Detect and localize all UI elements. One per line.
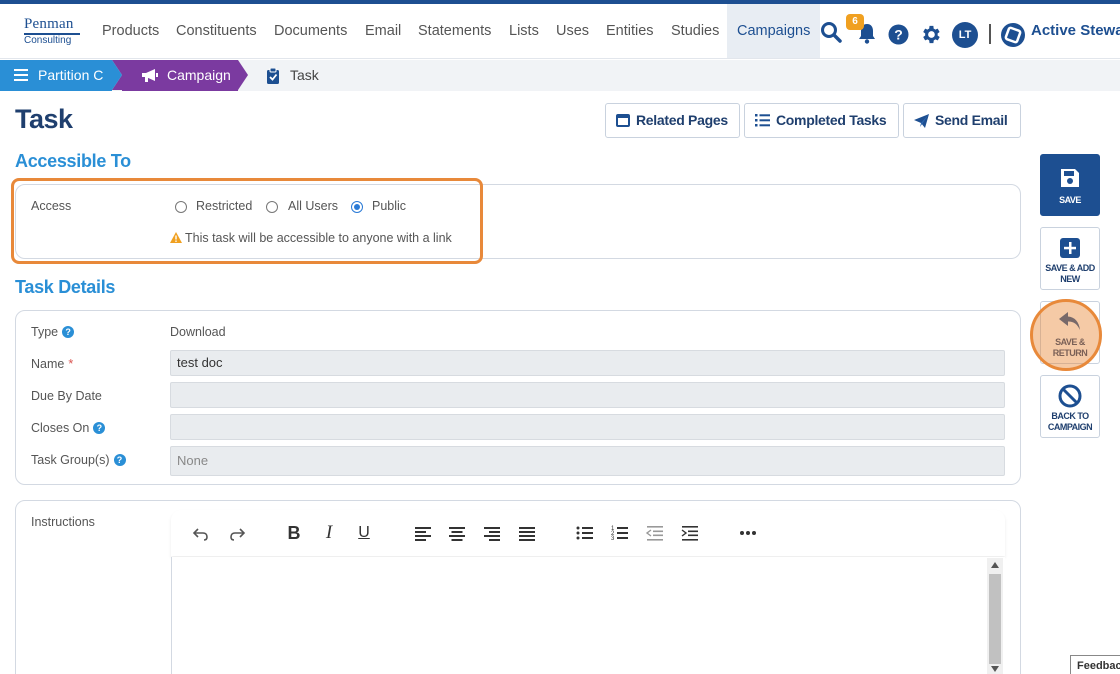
clipboard-check-icon (267, 68, 279, 84)
notification-badge: 6 (846, 14, 864, 30)
breadcrumb-campaign[interactable]: Campaign (122, 60, 238, 91)
instructions-editor[interactable] (171, 557, 1005, 674)
nav-item-entities[interactable]: Entities (606, 4, 654, 58)
top-navigation-bar: Penman Consulting Products Constituents … (0, 4, 1120, 59)
nav-item-products[interactable]: Products (102, 4, 159, 58)
paper-plane-icon (914, 114, 929, 128)
gear-icon[interactable] (919, 23, 942, 46)
plus-square-icon (1060, 238, 1080, 258)
search-icon[interactable] (820, 21, 842, 43)
task-groups-label: Task Group(s)? (31, 453, 126, 467)
breadcrumb-current: Task (290, 67, 319, 83)
nav-item-uses[interactable]: Uses (556, 4, 589, 58)
page-title: Task (15, 104, 73, 134)
back-to-campaign-label: BACK TO CAMPAIGN (1047, 411, 1093, 432)
breadcrumb-partition[interactable]: Partition C (0, 60, 112, 91)
completed-tasks-label: Completed Tasks (776, 112, 887, 128)
floppy-disk-icon (1061, 169, 1079, 187)
breadcrumb: Partition C Campaign Task (0, 60, 1120, 91)
help-icon[interactable]: ? (888, 24, 909, 45)
ban-icon (1058, 384, 1082, 408)
align-right-icon[interactable] (482, 523, 502, 543)
help-icon[interactable]: ? (62, 326, 75, 338)
related-pages-label: Related Pages (636, 112, 728, 128)
completed-tasks-button[interactable]: Completed Tasks (744, 103, 899, 138)
closes-on-label: Closes On? (31, 421, 106, 435)
bold-icon[interactable]: B (284, 523, 304, 543)
nav-item-email[interactable]: Email (365, 4, 401, 58)
instructions-label: Instructions (31, 515, 95, 529)
undo-icon[interactable] (191, 523, 211, 543)
back-to-campaign-button[interactable]: BACK TO CAMPAIGN (1040, 375, 1100, 438)
org-logo-icon[interactable] (1000, 22, 1026, 48)
breadcrumb-arrow (238, 60, 248, 90)
company-logo[interactable]: Penman Consulting (24, 16, 82, 46)
editor-scrollbar-thumb[interactable] (989, 574, 1001, 664)
window-icon (616, 114, 630, 127)
svg-text:?: ? (894, 27, 903, 43)
name-label-text: Name (31, 357, 65, 371)
type-value: Download (170, 325, 226, 339)
nav-item-constituents[interactable]: Constituents (176, 4, 257, 58)
accessible-to-heading: Accessible To (15, 151, 131, 171)
required-asterisk: * (68, 357, 74, 371)
align-justify-icon[interactable] (517, 523, 537, 543)
name-label: Name * (31, 357, 73, 371)
underline-icon[interactable]: U (354, 523, 374, 543)
redo-icon[interactable] (227, 523, 247, 543)
italic-icon[interactable]: I (319, 523, 339, 543)
align-center-icon[interactable] (447, 523, 467, 543)
outdent-icon[interactable] (645, 523, 665, 543)
due-by-date-input[interactable] (170, 382, 1005, 408)
breadcrumb-arrow (112, 60, 122, 90)
organization-name[interactable]: Active Stewa (1031, 4, 1120, 58)
align-left-icon[interactable] (413, 523, 433, 543)
breadcrumb-campaign-label: Campaign (167, 67, 231, 83)
bullet-list-icon[interactable] (575, 523, 595, 543)
menu-icon (14, 69, 28, 81)
highlight-annotation-box (11, 178, 483, 264)
due-by-date-label: Due By Date (31, 389, 102, 403)
help-icon[interactable]: ? (113, 454, 126, 466)
nav-item-campaigns[interactable]: Campaigns (727, 4, 821, 58)
closes-on-input[interactable] (170, 414, 1005, 440)
task-details-heading: Task Details (15, 277, 116, 297)
nav-divider (989, 24, 991, 44)
save-add-new-label: SAVE & ADD NEW (1045, 263, 1095, 284)
scroll-down-icon[interactable] (991, 666, 999, 672)
save-label: SAVE (1059, 195, 1081, 205)
list-icon (755, 114, 770, 127)
nav-item-studies[interactable]: Studies (671, 4, 719, 58)
svg-text:3: 3 (611, 536, 615, 542)
nav-item-documents[interactable]: Documents (274, 4, 347, 58)
related-pages-button[interactable]: Related Pages (605, 103, 740, 138)
send-email-button[interactable]: Send Email (903, 103, 1021, 138)
task-groups-select[interactable]: None (170, 446, 1005, 476)
type-label-text: Type (31, 325, 59, 339)
more-icon[interactable] (738, 523, 758, 543)
user-avatar[interactable]: LT (952, 22, 978, 48)
scroll-up-icon[interactable] (991, 562, 999, 568)
type-label: Type? (31, 325, 75, 339)
click-highlight-marker (1030, 299, 1102, 371)
editor-toolbar: B I U 1 2 3 (171, 510, 1005, 556)
breadcrumb-partition-label: Partition C (38, 67, 104, 83)
nav-item-lists[interactable]: Lists (509, 4, 539, 58)
numbered-list-icon[interactable]: 1 2 3 (610, 523, 630, 543)
send-email-label: Send Email (935, 112, 1008, 128)
save-button[interactable]: SAVE (1040, 154, 1100, 216)
megaphone-icon (142, 69, 158, 82)
indent-icon[interactable] (680, 523, 700, 543)
feedback-tab[interactable]: Feedbac (1070, 655, 1120, 674)
logo-text: Penman (24, 16, 74, 32)
name-input[interactable]: test doc (170, 350, 1005, 376)
save-add-new-button[interactable]: SAVE & ADD NEW (1040, 227, 1100, 290)
help-icon[interactable]: ? (93, 422, 106, 434)
nav-item-statements[interactable]: Statements (418, 4, 491, 58)
logo-subtext: Consulting (24, 35, 72, 46)
task-groups-label-text: Task Group(s) (31, 453, 110, 467)
closes-on-label-text: Closes On (31, 421, 90, 435)
